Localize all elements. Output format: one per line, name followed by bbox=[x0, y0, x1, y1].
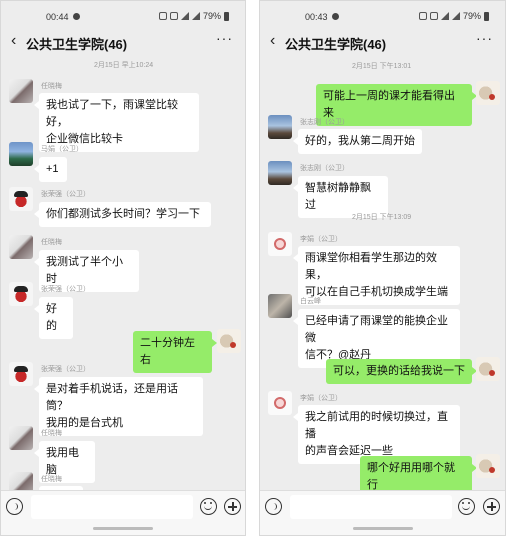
status-icons: 79% bbox=[418, 11, 489, 21]
avatar[interactable] bbox=[9, 142, 33, 166]
message-bubble[interactable]: 好的，我从第二周开始 bbox=[293, 129, 422, 154]
avatar[interactable] bbox=[268, 115, 292, 139]
avatar[interactable] bbox=[9, 426, 33, 450]
status-bar: 00:44 79% bbox=[1, 1, 245, 29]
battery-percent: 79% bbox=[202, 11, 221, 21]
alarm-icon bbox=[418, 12, 427, 20]
input-bar bbox=[260, 490, 505, 535]
signal-icon bbox=[451, 12, 460, 20]
chat-header: ‹ 公共卫生学院(46) ··· bbox=[1, 29, 245, 55]
own-avatar[interactable] bbox=[476, 357, 500, 381]
notification-icon bbox=[73, 13, 80, 20]
battery-percent: 79% bbox=[462, 11, 481, 21]
time-label: 2月15日 下午13:09 bbox=[352, 214, 412, 221]
mute-icon bbox=[429, 12, 438, 20]
more-dots-icon[interactable]: ··· bbox=[476, 30, 493, 46]
notification-icon bbox=[332, 13, 339, 20]
home-indicator bbox=[352, 527, 413, 530]
chat-header: ‹ 公共卫生学院(46) ··· bbox=[260, 29, 505, 55]
avatar[interactable] bbox=[268, 391, 292, 415]
plus-icon[interactable] bbox=[483, 498, 500, 515]
own-avatar[interactable] bbox=[476, 81, 500, 105]
own-message-bubble[interactable]: 二十分钟左右 bbox=[133, 331, 217, 373]
sender-name: 张荣强（公卫） bbox=[41, 191, 90, 198]
emoji-icon[interactable] bbox=[200, 498, 217, 515]
sender-name: 张荣强（公卫） bbox=[41, 286, 90, 293]
input-bar bbox=[1, 490, 245, 535]
sender-name: 任晓梅 bbox=[41, 239, 62, 246]
avatar[interactable] bbox=[9, 282, 33, 306]
chat-title: 公共卫生学院(46) bbox=[285, 37, 387, 52]
message-bubble[interactable]: 你们都测试多长时间？学习一下 bbox=[34, 202, 211, 227]
status-time: 00:44 bbox=[46, 12, 69, 22]
sender-name: 任晓梅 bbox=[41, 430, 62, 437]
message-input[interactable] bbox=[31, 495, 193, 519]
message-input[interactable] bbox=[290, 495, 452, 519]
status-time: 00:43 bbox=[305, 12, 328, 22]
sender-name: 白云峰 bbox=[300, 298, 321, 305]
avatar[interactable] bbox=[268, 232, 292, 256]
sender-name: 张荣强（公卫） bbox=[41, 366, 90, 373]
wifi-icon bbox=[440, 12, 449, 20]
sender-name: 李娟（公卫） bbox=[300, 395, 342, 402]
wifi-icon bbox=[180, 12, 189, 20]
battery-icon bbox=[224, 11, 229, 21]
mute-icon bbox=[169, 12, 178, 20]
avatar[interactable] bbox=[9, 235, 33, 259]
avatar[interactable] bbox=[9, 187, 33, 211]
avatar[interactable] bbox=[268, 161, 292, 185]
sender-name: 马娟（公卫） bbox=[41, 146, 83, 153]
status-icons: 79% bbox=[158, 11, 229, 21]
sender-name: 李娟（公卫） bbox=[300, 236, 342, 243]
status-bar: 00:43 79% bbox=[260, 1, 505, 29]
chat-screen-left: 00:44 79% ‹ 公共卫生学院(46) ··· 2月15日 早上10:24… bbox=[0, 0, 246, 536]
time-label: 2月15日 早上10:24 bbox=[94, 62, 154, 69]
avatar[interactable] bbox=[9, 79, 33, 103]
plus-icon[interactable] bbox=[224, 498, 241, 515]
alarm-icon bbox=[158, 12, 167, 20]
sender-name: 任晓梅 bbox=[41, 83, 62, 90]
avatar[interactable] bbox=[9, 362, 33, 386]
home-indicator bbox=[93, 527, 153, 530]
avatar[interactable] bbox=[268, 294, 292, 318]
back-arrow-icon[interactable]: ‹ bbox=[270, 33, 275, 49]
voice-icon[interactable] bbox=[6, 498, 23, 515]
more-dots-icon[interactable]: ··· bbox=[216, 30, 233, 46]
signal-icon bbox=[191, 12, 200, 20]
own-avatar[interactable] bbox=[476, 454, 500, 478]
own-message-bubble[interactable]: 可以，更换的话给我说一下 bbox=[326, 359, 477, 384]
message-bubble[interactable]: 好的 bbox=[34, 297, 73, 339]
message-bubble[interactable]: 雨课堂你相看学生那边的效果， 可以在自己手机切换成学生端 bbox=[293, 246, 460, 305]
emoji-icon[interactable] bbox=[458, 498, 475, 515]
sender-name: 任晓梅 bbox=[41, 476, 62, 483]
battery-icon bbox=[484, 11, 489, 21]
back-arrow-icon[interactable]: ‹ bbox=[11, 33, 16, 49]
voice-icon[interactable] bbox=[265, 498, 282, 515]
own-avatar[interactable] bbox=[217, 329, 241, 353]
sender-name: 张志刚（公卫） bbox=[300, 119, 349, 126]
chat-screen-right: 00:43 79% ‹ 公共卫生学院(46) ··· 2月15日 下午13:01… bbox=[259, 0, 506, 536]
time-label: 2月15日 下午13:01 bbox=[352, 63, 412, 70]
message-bubble[interactable]: +1 bbox=[34, 157, 67, 182]
message-bubble[interactable]: 是对着手机说话，还是用话筒？ 我用的是台式机 bbox=[34, 377, 203, 436]
sender-name: 张志刚（公卫） bbox=[300, 165, 349, 172]
chat-title: 公共卫生学院(46) bbox=[26, 37, 128, 52]
